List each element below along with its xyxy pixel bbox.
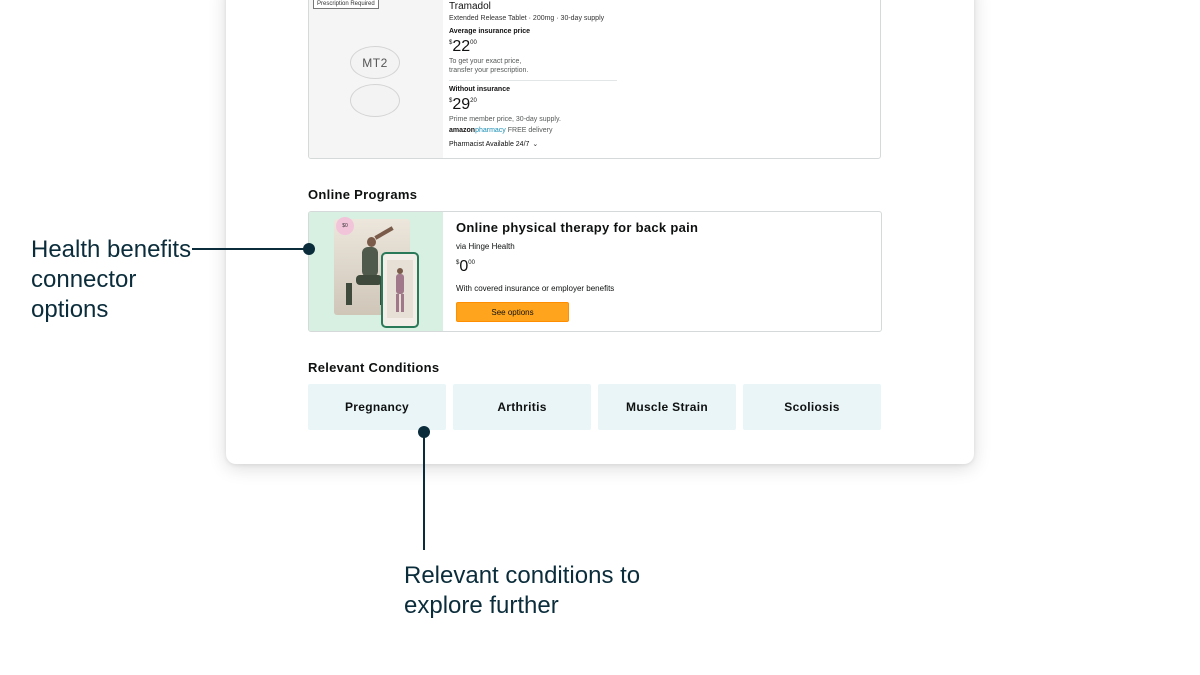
- avg-insurance-price: $2200: [449, 39, 477, 55]
- prescription-panel: Prescription Required MT2 Tramadol Exten…: [308, 0, 881, 159]
- zero-cost-badge: $0: [336, 217, 354, 235]
- price-cents: 20: [470, 98, 477, 104]
- pharmacist-label: Pharmacist Available 24/7: [449, 141, 530, 148]
- logo-amazon: amazon: [449, 127, 476, 134]
- coverage-text: With covered insurance or employer benef…: [456, 284, 615, 293]
- pill-image: Prescription Required MT2: [309, 0, 443, 158]
- phone-screen: [387, 260, 413, 318]
- price-whole: 29: [452, 96, 471, 113]
- person-leg-left-icon: [346, 283, 352, 305]
- annotation-line: options: [31, 296, 109, 323]
- annotation-relevant-conditions: Relevant conditions to explore further: [404, 561, 640, 621]
- condition-tile-pregnancy[interactable]: Pregnancy: [308, 384, 446, 430]
- price-whole: 0: [459, 258, 469, 275]
- price-cents: 00: [468, 260, 475, 266]
- condition-tile-arthritis[interactable]: Arthritis: [453, 384, 591, 430]
- program-title[interactable]: Online physical therapy for back pain: [456, 220, 698, 235]
- annotation-connector-line: [423, 432, 425, 550]
- see-options-button[interactable]: See options: [456, 302, 569, 322]
- annotation-line: Health benefits: [31, 236, 192, 263]
- program-price: $000: [456, 259, 475, 275]
- logo-pharmacy: pharmacy: [475, 127, 506, 134]
- pill-back-icon: [350, 84, 400, 117]
- amazon-pharmacy-logo: amazonpharmacy FREE delivery: [449, 127, 552, 134]
- delivery-text: FREE delivery: [507, 127, 553, 134]
- without-insurance-price: $2920: [449, 97, 477, 113]
- prescription-required-badge: Prescription Required: [313, 0, 379, 9]
- chevron-down-icon[interactable]: ⌄: [532, 140, 538, 148]
- drug-form: Extended Release Tablet · 200mg · 30-day…: [449, 15, 605, 22]
- pill-imprint: MT2: [362, 56, 388, 70]
- program-image: $0: [309, 212, 443, 331]
- price-whole: 22: [452, 38, 471, 55]
- person-torso-icon: [362, 247, 378, 277]
- program-provider: via Hinge Health: [456, 242, 515, 251]
- pill-front-icon: MT2: [350, 46, 400, 79]
- phone-person-head-icon: [397, 268, 403, 274]
- phone-person-leg-icon: [396, 294, 399, 312]
- without-insurance-label: Without insurance: [449, 86, 510, 93]
- annotation-health-benefits: Health benefits connector options: [31, 235, 191, 325]
- annotation-dot: [303, 243, 315, 255]
- program-card[interactable]: $0 Online physical therapy for back pain…: [308, 211, 882, 332]
- avg-insurance-note-line-2: transfer your prescription.: [449, 67, 529, 74]
- relevant-conditions-title: Relevant Conditions: [308, 360, 440, 375]
- annotation-line: explore further: [404, 592, 559, 619]
- phone-icon: [381, 252, 419, 328]
- pharmacist-availability[interactable]: Pharmacist Available 24/7 ⌄: [449, 140, 538, 148]
- avg-insurance-note-line-1: To get your exact price,: [449, 58, 522, 65]
- without-insurance-note: Prime member price, 30-day supply.: [449, 116, 561, 123]
- person-arm-icon: [374, 226, 394, 240]
- condition-tile-scoliosis[interactable]: Scoliosis: [743, 384, 881, 430]
- annotation-line: connector: [31, 266, 137, 293]
- phone-person-icon: [396, 274, 404, 294]
- price-cents: 00: [470, 40, 477, 46]
- person-legs-icon: [356, 275, 382, 285]
- annotation-connector-line: [192, 248, 308, 250]
- annotation-line: Relevant conditions to: [404, 562, 641, 589]
- divider: [449, 80, 617, 81]
- condition-tile-muscle-strain[interactable]: Muscle Strain: [598, 384, 736, 430]
- phone-person-leg-icon: [401, 294, 404, 312]
- online-programs-title: Online Programs: [308, 187, 418, 202]
- drug-name: Tramadol: [449, 1, 491, 12]
- avg-insurance-label: Average insurance price: [449, 28, 531, 35]
